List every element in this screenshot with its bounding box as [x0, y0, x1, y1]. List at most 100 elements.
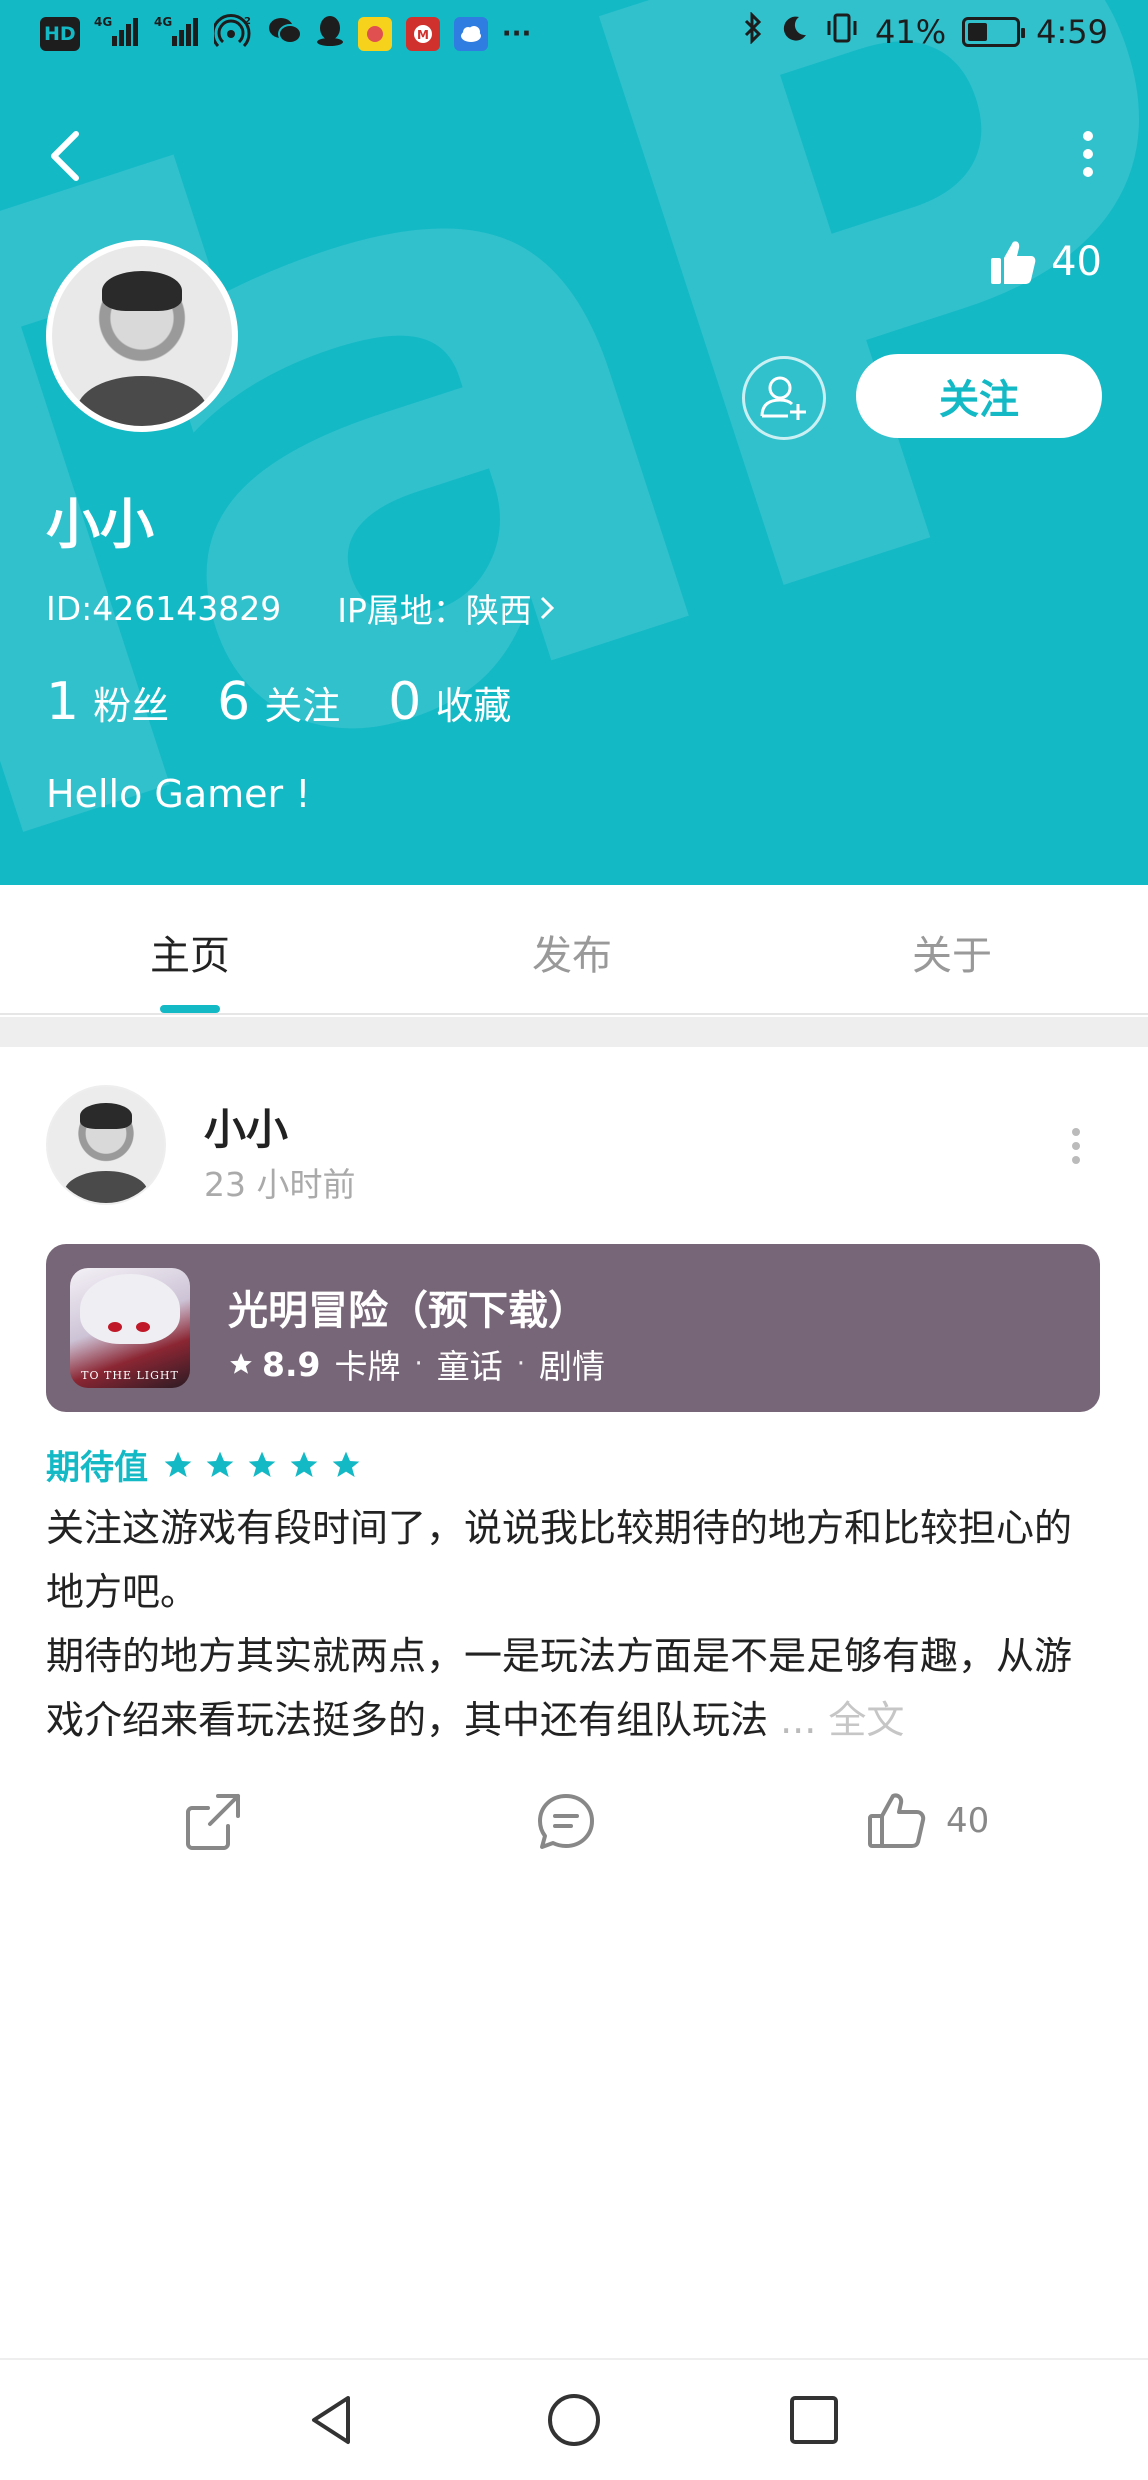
expectation-stars	[162, 1449, 362, 1481]
tab-posts[interactable]: 发布	[532, 923, 612, 981]
stat-label: 关注	[264, 684, 341, 728]
status-left: HD 4G 4G 2 M ···	[40, 14, 531, 54]
thumbs-up-outline-icon	[868, 1793, 926, 1848]
share-icon	[186, 1794, 240, 1850]
share-button[interactable]	[182, 1790, 244, 1852]
ip-location-link[interactable]: IP属地：陕西	[337, 584, 556, 632]
game-tag: 卡牌	[334, 1347, 401, 1386]
like-count: 40	[946, 1801, 990, 1841]
comment-button[interactable]	[534, 1790, 598, 1854]
app-notification-icon	[357, 17, 392, 51]
avatar-photo	[52, 246, 232, 426]
post-paragraph: 期待的地方其实就两点，一是玩法方面是不是足够有趣，从游戏介绍来看玩法挺多的，其中…	[46, 1624, 1106, 1752]
game-icon-art	[136, 1322, 150, 1332]
post-author-name[interactable]: 小小	[204, 1096, 288, 1157]
game-card[interactable]: TO THE LIGHT 光明冒险（预下载） 8.9 卡牌 · 童话 · 剧情	[46, 1244, 1100, 1412]
more-options-icon[interactable]	[1080, 130, 1096, 178]
like-button[interactable]: 40	[866, 1790, 989, 1852]
vibrate-icon	[825, 13, 859, 51]
system-nav-bar	[0, 2358, 1148, 2480]
hotspot-icon: 2	[211, 14, 254, 54]
game-title: 光明冒险（预下载）	[228, 1288, 588, 1334]
add-friend-button[interactable]	[742, 356, 826, 440]
game-icon: TO THE LIGHT	[70, 1268, 190, 1388]
stat-favorites[interactable]: 0 收藏	[388, 672, 511, 732]
tag-separator: ·	[516, 1349, 525, 1379]
user-id: ID:426143829	[46, 588, 282, 628]
stat-following[interactable]: 6 关注	[217, 672, 340, 732]
star-icon	[164, 1451, 192, 1477]
full-text-link[interactable]: 全文	[816, 1698, 904, 1742]
profile-header: pTaP HD 4G 4G 2 M ··· 41% 4:59 40 关注 小小 …	[0, 0, 1148, 885]
status-right: 41% 4:59	[743, 11, 1108, 52]
star-icon	[206, 1451, 234, 1477]
profile-stats: 1 粉丝 6 关注 0 收藏	[46, 672, 511, 732]
star-icon	[248, 1451, 276, 1477]
tab-about[interactable]: 关于	[912, 923, 992, 981]
expectation-label: 期待值	[46, 1448, 148, 1488]
profile-likes: 40	[989, 238, 1102, 286]
stat-label: 粉丝	[93, 684, 170, 728]
nav-home-icon[interactable]	[542, 2388, 606, 2452]
game-tag: 童话	[436, 1347, 503, 1386]
watermark-logo: pTaP	[0, 0, 1148, 885]
ellipsis: ...	[768, 1698, 817, 1742]
battery-percent: 41%	[875, 13, 947, 51]
chevron-right-icon	[540, 596, 554, 620]
active-tab-indicator	[160, 1005, 220, 1013]
follow-button[interactable]: 关注	[856, 354, 1102, 438]
post-paragraph-text: 期待的地方其实就两点，一是玩法方面是不是足够有趣，从游戏介绍来看玩法挺多的，其中…	[46, 1634, 1073, 1742]
qq-icon	[316, 15, 344, 53]
status-bar: HD 4G 4G 2 M ··· 41% 4:59	[0, 0, 1148, 72]
svg-text:4G: 4G	[94, 15, 112, 29]
tab-home[interactable]: 主页	[150, 923, 230, 981]
svg-text:M: M	[417, 28, 429, 42]
nav-recents-icon[interactable]	[782, 2388, 846, 2452]
comment-icon	[538, 1794, 594, 1849]
post-author-avatar[interactable]	[46, 1085, 166, 1205]
tag-separator: ·	[414, 1349, 423, 1379]
game-tag: 剧情	[539, 1347, 605, 1386]
profile-avatar[interactable]	[46, 240, 238, 432]
battery-icon	[962, 17, 1026, 47]
likes-count: 40	[1051, 239, 1102, 285]
cloud-icon	[453, 17, 488, 51]
post-more-icon[interactable]	[1070, 1128, 1082, 1164]
bank-app-icon: M	[405, 17, 440, 51]
add-user-icon	[760, 376, 806, 420]
game-rating-value: 8.9	[262, 1344, 321, 1384]
profile-username: 小小	[46, 493, 154, 556]
profile-bio: Hello Gamer !	[46, 772, 311, 816]
stat-number: 1	[46, 672, 80, 732]
expectation-rating: 期待值	[46, 1440, 362, 1489]
battery-level	[968, 23, 988, 41]
stat-number: 0	[388, 672, 422, 732]
stat-followers[interactable]: 1 粉丝	[46, 672, 169, 732]
star-icon	[290, 1451, 318, 1477]
ip-location: IP属地：陕西	[337, 591, 532, 630]
hd-icon: HD	[40, 17, 80, 51]
nav-back-icon[interactable]	[300, 2388, 364, 2452]
clock: 4:59	[1036, 13, 1108, 51]
thumbs-up-icon	[991, 241, 1036, 284]
section-divider	[0, 1017, 1148, 1047]
svg-text:4G: 4G	[154, 15, 172, 29]
signal-icon-2: 4G	[154, 14, 200, 54]
back-icon[interactable]	[46, 128, 86, 184]
post-timestamp: 23 小时前	[204, 1165, 356, 1204]
bluetooth-icon	[743, 11, 763, 52]
post-body[interactable]: 关注这游戏有段时间了，说说我比较期待的地方和比较担心的地方吧。 期待的地方其实就…	[46, 1496, 1106, 1752]
game-icon-art	[80, 1274, 180, 1344]
stat-label: 收藏	[435, 684, 512, 728]
signal-icon: 4G	[94, 14, 140, 54]
star-icon	[230, 1353, 252, 1374]
more-notifications-icon: ···	[501, 19, 532, 49]
post-actions: 40	[0, 1790, 1148, 1870]
game-icon-art	[108, 1322, 122, 1332]
game-rating: 8.9	[228, 1345, 320, 1384]
post-paragraph: 关注这游戏有段时间了，说说我比较期待的地方和比较担心的地方吧。	[46, 1506, 1073, 1614]
profile-id-line: ID:426143829 IP属地：陕西	[46, 584, 556, 632]
stat-number: 6	[217, 672, 251, 732]
svg-text:2: 2	[244, 16, 251, 27]
game-meta: 8.9 卡牌 · 童话 · 剧情	[228, 1340, 605, 1388]
